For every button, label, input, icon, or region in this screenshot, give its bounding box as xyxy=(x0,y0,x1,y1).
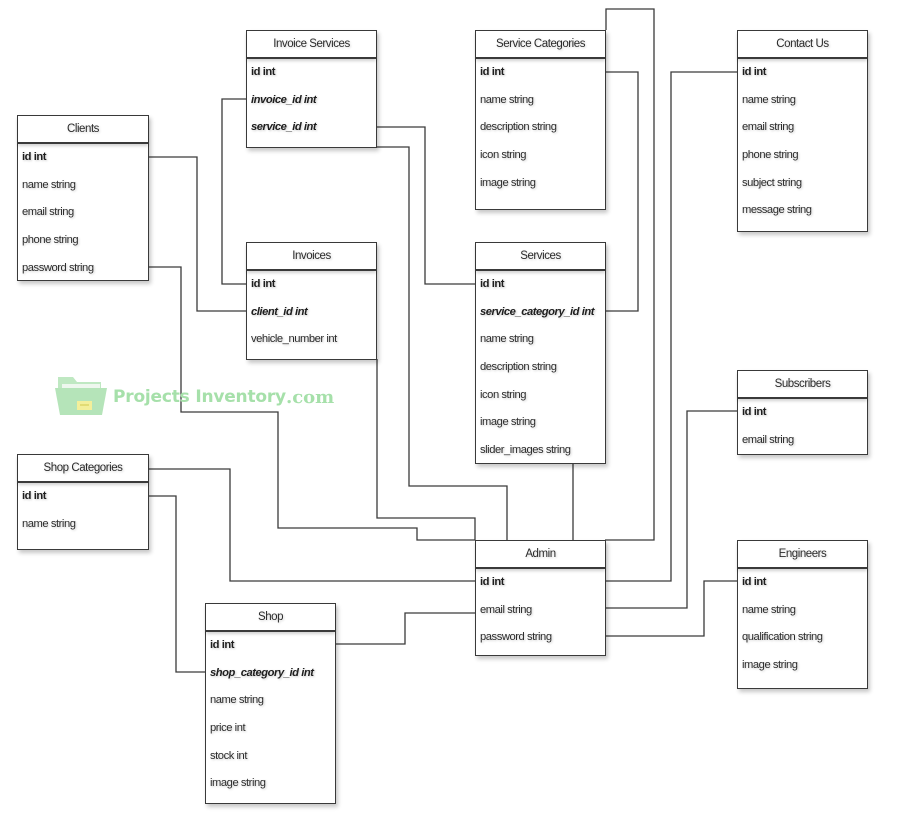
connector-shop-admin xyxy=(335,612,475,645)
field-list: id int email string xyxy=(738,399,867,454)
table-shop: Shop id int shop_category_id int name strin… xyxy=(205,603,336,804)
table-title: Invoices xyxy=(247,243,376,271)
field-list: id int name string qualification string ima… xyxy=(738,569,867,680)
field-list: id int shop_category_id int name string pri… xyxy=(206,632,335,798)
connector-contact-us-admin xyxy=(605,71,737,582)
connector-service-categories-admin xyxy=(605,8,655,541)
table-title: Shop xyxy=(206,604,335,632)
field-row: password string xyxy=(480,631,552,644)
field-row: password string xyxy=(22,261,94,274)
primary-key-field: id int xyxy=(742,576,767,588)
connector-invoice-services-services xyxy=(376,126,475,285)
field-row: icon string xyxy=(480,388,527,401)
field-row: stock int xyxy=(210,749,247,762)
primary-key-field: id int xyxy=(210,639,235,651)
table-engineers: Engineers id int name string qualification … xyxy=(737,540,868,689)
field-row: description string xyxy=(480,121,557,134)
table-title: Service Categories xyxy=(476,31,605,59)
field-row: image string xyxy=(742,658,798,671)
field-row: image string xyxy=(480,416,536,429)
connector-invoices-admin xyxy=(376,359,476,540)
table-title: Clients xyxy=(18,116,148,144)
field-row: phone string xyxy=(22,233,79,246)
field-row: email string xyxy=(742,433,794,446)
foreign-key-field: service_category_id int xyxy=(480,305,595,318)
table-title: Invoice Services xyxy=(247,31,376,59)
field-row: slider_images string xyxy=(480,443,571,456)
primary-key-field: id int xyxy=(742,66,767,78)
field-row: email string xyxy=(480,603,532,616)
table-shop-categories: Shop Categories id int name string xyxy=(17,454,149,550)
field-row: image string xyxy=(480,176,536,189)
table-invoices: Invoices id int client_id int vehicle_numbe… xyxy=(246,242,377,360)
primary-key-field: id int xyxy=(742,406,767,418)
field-list: id int email string password string xyxy=(476,569,605,652)
field-row: vehicle_number int xyxy=(251,333,337,346)
table-invoice-services: Invoice Services id int invoice_id int serv… xyxy=(246,30,377,148)
field-row: phone string xyxy=(742,148,799,161)
primary-key-field: id int xyxy=(22,151,47,163)
primary-key-field: id int xyxy=(251,278,276,290)
table-title: Engineers xyxy=(738,541,867,569)
field-list: id int name string description string icon … xyxy=(476,59,605,197)
table-title: Admin xyxy=(476,541,605,569)
table-admin: Admin id int email string password string xyxy=(475,540,606,656)
table-title: Services xyxy=(476,243,605,271)
field-list: id int service_category_id int name string… xyxy=(476,271,605,465)
field-row: name string xyxy=(480,93,534,106)
field-row: name string xyxy=(742,603,796,616)
field-list: id int client_id int vehicle_number int xyxy=(247,271,376,354)
table-contact-us: Contact Us id int name string email string p… xyxy=(737,30,868,232)
field-row: icon string xyxy=(480,148,527,161)
primary-key-field: id int xyxy=(480,278,505,290)
field-row: email string xyxy=(742,121,794,134)
primary-key-field: id int xyxy=(251,66,276,78)
primary-key-field: id int xyxy=(480,66,505,78)
field-row: name string xyxy=(742,93,796,106)
field-list: id int name string email string phone strin… xyxy=(18,144,148,282)
field-list: id int name string email string phone strin… xyxy=(738,59,867,225)
field-row: image string xyxy=(210,777,266,790)
connector-clients-invoices xyxy=(148,156,246,312)
field-list: id int name string xyxy=(18,483,148,538)
field-row: name string xyxy=(22,517,76,530)
table-title: Shop Categories xyxy=(18,455,148,483)
connector-shop-categories-shop xyxy=(148,495,205,673)
field-row: description string xyxy=(480,360,557,373)
table-service-categories: Service Categories id int name string descr… xyxy=(475,30,606,210)
foreign-key-field: service_id int xyxy=(251,121,317,134)
connector-invoice-services-invoices xyxy=(221,98,246,285)
field-row: qualification string xyxy=(742,631,823,644)
field-row: email string xyxy=(22,206,74,219)
primary-key-field: id int xyxy=(480,576,505,588)
table-title: Subscribers xyxy=(738,371,867,399)
field-row: name string xyxy=(210,694,264,707)
table-title: Contact Us xyxy=(738,31,867,59)
foreign-key-field: invoice_id int xyxy=(251,93,317,106)
field-row: subject string xyxy=(742,176,802,189)
foreign-key-field: shop_category_id int xyxy=(210,666,314,679)
field-row: name string xyxy=(22,178,76,191)
field-row: name string xyxy=(480,333,534,346)
table-clients: Clients id int name string email string phon… xyxy=(17,115,149,281)
primary-key-field: id int xyxy=(22,490,47,502)
field-row: message string xyxy=(742,204,812,217)
table-subscribers: Subscribers id int email string xyxy=(737,370,868,455)
field-row: price int xyxy=(210,721,246,734)
table-services: Services id int service_category_id int nam… xyxy=(475,242,606,464)
foreign-key-field: client_id int xyxy=(251,305,308,318)
er-diagram: Projects Inventory .com Invoice Services… xyxy=(0,0,909,819)
connector-service-categories-services xyxy=(605,71,639,312)
field-list: id int invoice_id int service_id int xyxy=(247,59,376,142)
